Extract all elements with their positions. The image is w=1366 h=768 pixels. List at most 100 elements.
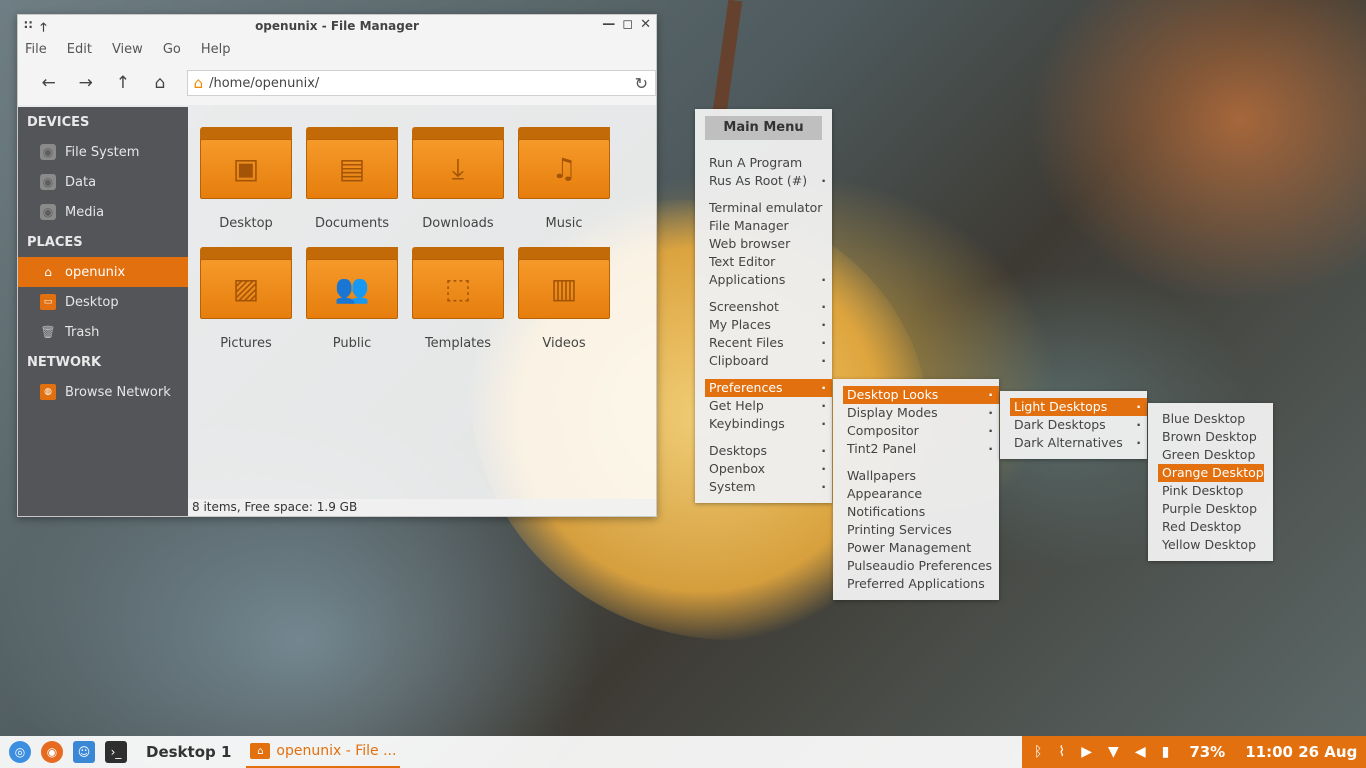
firefox-icon[interactable]: ◉ — [41, 741, 63, 763]
menu-item-orange-desktop[interactable]: Orange Desktop — [1158, 464, 1264, 482]
menu-item-pink-desktop[interactable]: Pink Desktop — [1158, 482, 1264, 500]
menu-item-my-places[interactable]: My Places — [705, 316, 832, 334]
menu-item-text-editor[interactable]: Text Editor — [705, 253, 832, 271]
menu-item-screenshot[interactable]: Screenshot — [705, 298, 832, 316]
menu-item-printing-services[interactable]: Printing Services — [843, 521, 999, 539]
menu-item-brown-desktop[interactable]: Brown Desktop — [1158, 428, 1264, 446]
menu-item-desktop-looks[interactable]: Desktop Looks — [843, 386, 999, 404]
sidebar-item-data[interactable]: ◉ Data — [18, 167, 188, 197]
back-icon[interactable]: ← — [30, 73, 67, 93]
file-manager-icon[interactable]: ☺ — [73, 741, 95, 763]
menu-file[interactable]: File — [25, 42, 47, 57]
reload-icon[interactable]: ↻ — [635, 74, 648, 93]
clock[interactable]: 11:00 26 Aug — [1245, 743, 1357, 761]
menu-item-appearance[interactable]: Appearance — [843, 485, 999, 503]
sidebar-item-openunix[interactable]: ⌂ openunix — [18, 257, 188, 287]
folder-label: Desktop — [219, 216, 273, 231]
menubar: File Edit View Go Help — [18, 37, 656, 61]
menu-item-file-manager[interactable]: File Manager — [705, 217, 832, 235]
menu-item-pulseaudio-preferences[interactable]: Pulseaudio Preferences — [843, 557, 999, 575]
battery-percent: 73% — [1189, 743, 1226, 761]
location-bar[interactable]: ⌂ /home/openunix/ ↻ — [186, 70, 656, 96]
close-icon[interactable]: ✕ — [640, 17, 651, 32]
sidebar-item-desktop[interactable]: ▭ Desktop — [18, 287, 188, 317]
menu-item-green-desktop[interactable]: Green Desktop — [1158, 446, 1264, 464]
sidebar-item-file-system[interactable]: ◉ File System — [18, 137, 188, 167]
battery-icon[interactable]: ▮ — [1162, 744, 1170, 760]
window-titlebar[interactable]: ∷ 🡑 openunix - File Manager — ◻ ✕ — [18, 15, 656, 37]
forward-icon[interactable]: → — [67, 73, 104, 93]
folder-templates[interactable]: ⬚ Templates — [412, 247, 504, 351]
menu-item-tint2-panel[interactable]: Tint2 Panel — [843, 440, 999, 458]
task-label: openunix - File ... — [276, 743, 397, 759]
folder-pictures[interactable]: ▨ Pictures — [200, 247, 292, 351]
menu-item-openbox[interactable]: Openbox — [705, 460, 832, 478]
sidebar-item-media[interactable]: ◉ Media — [18, 197, 188, 227]
menu-item-light-desktops[interactable]: Light Desktops — [1010, 398, 1147, 416]
sidebar-item-browse-network[interactable]: ◍ Browse Network — [18, 377, 188, 407]
menu-item-purple-desktop[interactable]: Purple Desktop — [1158, 500, 1264, 518]
drive-icon: ◉ — [40, 144, 56, 160]
menu-item-keybindings[interactable]: Keybindings — [705, 415, 832, 433]
menu-item-power-management[interactable]: Power Management — [843, 539, 999, 557]
menu-item-red-desktop[interactable]: Red Desktop — [1158, 518, 1264, 536]
folder-label: Public — [332, 336, 372, 351]
menu-item-blue-desktop[interactable]: Blue Desktop — [1158, 410, 1264, 428]
folder-downloads[interactable]: ⤓ Downloads — [412, 127, 504, 231]
menu-item-preferred-applications[interactable]: Preferred Applications — [843, 575, 999, 593]
menu-item-desktops[interactable]: Desktops — [705, 442, 832, 460]
menu-item-clipboard[interactable]: Clipboard — [705, 352, 832, 370]
volume-icon[interactable]: ◀ — [1135, 744, 1146, 760]
folder-desktop[interactable]: ▣ Desktop — [200, 127, 292, 231]
folder-videos[interactable]: ▥ Videos — [518, 247, 610, 351]
home-icon[interactable]: ⌂ — [141, 73, 178, 93]
bluetooth-icon[interactable]: ᛒ — [1034, 744, 1042, 760]
chromium-icon[interactable]: ◎ — [9, 741, 31, 763]
desktop-looks-menu: Light Desktops Dark Desktops Dark Altern… — [1000, 391, 1147, 459]
menu-item-compositor[interactable]: Compositor — [843, 422, 999, 440]
menu-help[interactable]: Help — [201, 42, 231, 57]
folder-music[interactable]: ♫ Music — [518, 127, 610, 231]
window-menu-icon[interactable]: ∷ — [24, 18, 32, 39]
menu-item-system[interactable]: System — [705, 478, 832, 496]
clipboard-icon[interactable]: ⌇ — [1058, 744, 1065, 760]
menu-item-get-help[interactable]: Get Help — [705, 397, 832, 415]
menu-go[interactable]: Go — [163, 42, 181, 57]
folder-public[interactable]: 👥 Public — [306, 247, 398, 351]
sidebar-item-label: openunix — [65, 264, 126, 280]
folder-label: Music — [545, 216, 583, 231]
folder-label: Pictures — [220, 336, 272, 351]
menu-item-yellow-desktop[interactable]: Yellow Desktop — [1158, 536, 1264, 554]
menu-view[interactable]: View — [112, 42, 143, 57]
minimize-icon[interactable]: — — [602, 17, 615, 32]
network-folder-icon: ◍ — [40, 384, 56, 400]
up-icon[interactable]: ↑ — [104, 73, 141, 93]
menu-item-terminal[interactable]: Terminal emulator — [705, 199, 832, 217]
location-path: /home/openunix/ — [209, 75, 320, 91]
terminal-icon[interactable]: ›_ — [105, 741, 127, 763]
menu-item-wallpapers[interactable]: Wallpapers — [843, 467, 999, 485]
menu-item-run-as-root[interactable]: Rus As Root (#) — [705, 172, 832, 190]
menu-edit[interactable]: Edit — [67, 42, 92, 57]
sidebar-item-trash[interactable]: 🗑 Trash — [18, 317, 188, 347]
menu-item-notifications[interactable]: Notifications — [843, 503, 999, 521]
menu-item-applications[interactable]: Applications — [705, 271, 832, 289]
main-menu-title: Main Menu — [705, 116, 822, 140]
sidebar-header-network: NETWORK — [27, 355, 102, 370]
keep-above-icon[interactable]: 🡑 — [40, 18, 46, 39]
main-menu: Main Menu Run A Program Rus As Root (#) … — [695, 109, 832, 503]
folder-label: Documents — [314, 216, 390, 231]
menu-item-recent-files[interactable]: Recent Files — [705, 334, 832, 352]
wifi-icon[interactable]: ▼ — [1108, 744, 1119, 760]
maximize-icon[interactable]: ◻ — [622, 17, 633, 32]
menu-item-run-program[interactable]: Run A Program — [705, 154, 832, 172]
menu-item-display-modes[interactable]: Display Modes — [843, 404, 999, 422]
screenshot-icon[interactable]: ▶ — [1081, 744, 1092, 760]
menu-item-dark-alternatives[interactable]: Dark Alternatives — [1010, 434, 1147, 452]
menu-item-web-browser[interactable]: Web browser — [705, 235, 832, 253]
menu-item-preferences[interactable]: Preferences — [705, 379, 832, 397]
folder-documents[interactable]: ▤ Documents — [306, 127, 398, 231]
desktop-indicator[interactable]: Desktop 1 — [146, 743, 231, 761]
menu-item-dark-desktops[interactable]: Dark Desktops — [1010, 416, 1147, 434]
task-file-manager[interactable]: ⌂ openunix - File ... — [246, 736, 401, 768]
